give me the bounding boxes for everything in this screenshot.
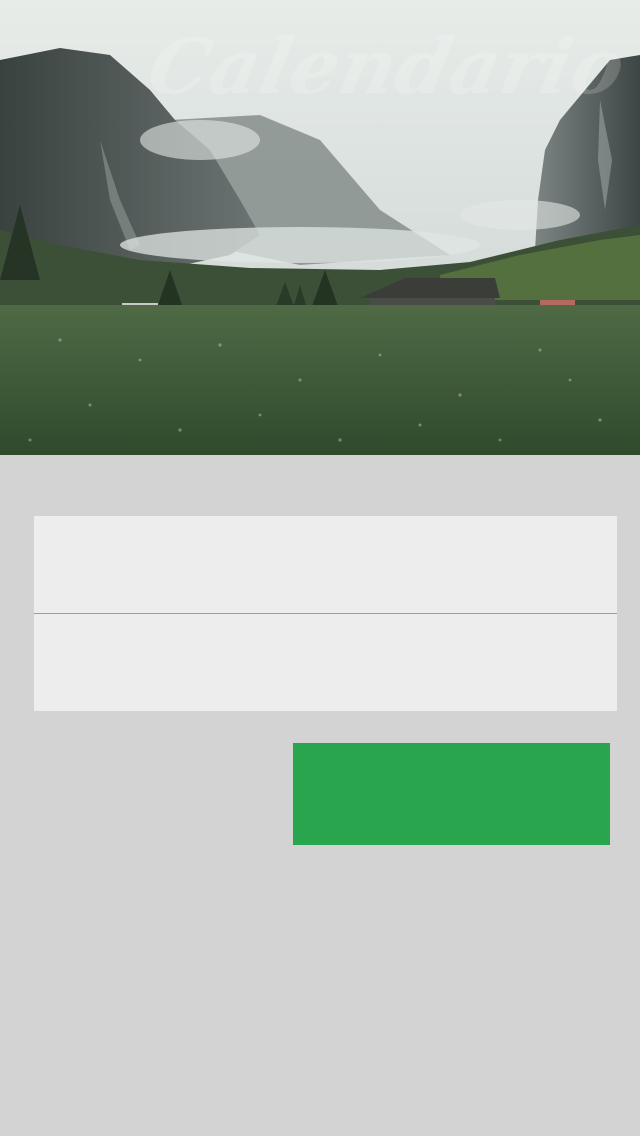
form-card [34,516,617,711]
hero-image: Calendario [0,0,640,455]
app-screen: Calendario [0,0,640,1136]
submit-button[interactable] [293,743,610,845]
mountain-valley-photo [0,0,640,455]
text-field-1[interactable] [34,516,617,613]
text-field-2[interactable] [34,614,617,711]
